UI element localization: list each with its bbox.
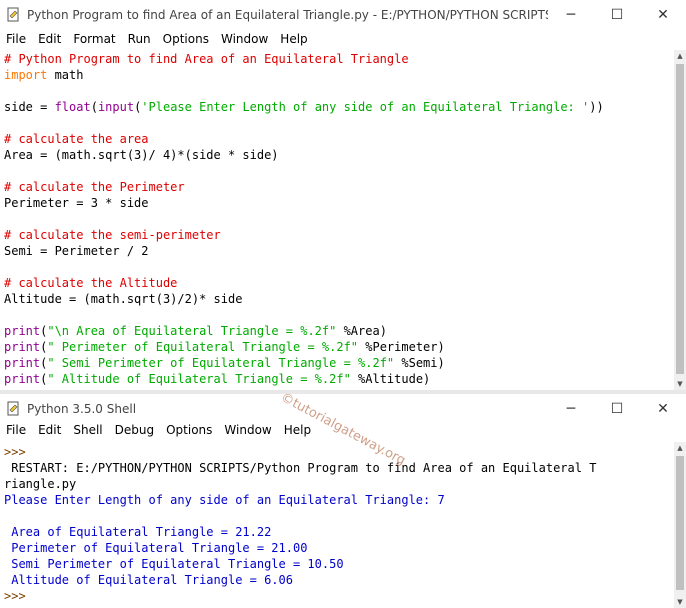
idle-shell-icon — [7, 401, 19, 416]
code-token: input — [97, 100, 135, 114]
code-line[interactable] — [0, 83, 674, 99]
shell-menu-options[interactable]: Options — [160, 421, 218, 439]
code-token: float — [54, 100, 91, 114]
code-line[interactable] — [0, 211, 674, 227]
code-line[interactable]: print("\n Area of Equilateral Triangle =… — [0, 323, 674, 339]
code-token: %Altitude) — [350, 372, 431, 386]
editor-window: Python Program to find Area of an Equila… — [0, 0, 686, 390]
shell-menu-file[interactable]: File — [0, 421, 32, 439]
code-line[interactable]: Altitude = (math.sqrt(3)/2)* side — [0, 291, 674, 307]
code-token: print — [4, 372, 41, 386]
code-token: %Area) — [336, 324, 387, 338]
shell-menu-debug[interactable]: Debug — [109, 421, 160, 439]
code-token: Semi = Perimeter / 2 — [4, 244, 149, 258]
shell-menu-help[interactable]: Help — [278, 421, 317, 439]
shell-line: Please Enter Length of any side of an Eq… — [4, 493, 445, 507]
editor-menubar: File Edit Format Run Options Window Help — [0, 30, 686, 48]
close-button[interactable]: ✕ — [640, 0, 686, 30]
code-line[interactable]: # Python Program to find Area of an Equi… — [0, 51, 674, 67]
code-token: print — [4, 356, 41, 370]
minimize-button[interactable]: ─ — [548, 0, 594, 30]
shell-maximize-button[interactable]: ☐ — [594, 394, 640, 424]
idle-file-icon — [7, 7, 19, 22]
code-token: math — [47, 68, 84, 82]
code-line[interactable]: print(" Altitude of Equilateral Triangle… — [0, 371, 674, 387]
shell-line: Altitude of Equilateral Triangle = 6.06 — [4, 573, 293, 587]
code-token: # calculate the Perimeter — [4, 180, 185, 194]
code-token: import — [4, 68, 48, 82]
code-token: Perimeter = 3 * side — [4, 196, 149, 210]
code-token: %Perimeter) — [358, 340, 445, 354]
code-token: side = — [4, 100, 55, 114]
code-line[interactable] — [0, 259, 674, 275]
shell-line: riangle.py — [4, 477, 77, 491]
scroll-up-icon[interactable]: ▲ — [674, 50, 686, 62]
maximize-button[interactable]: ☐ — [594, 0, 640, 30]
code-line[interactable]: Area = (math.sqrt(3)/ 4)*(side * side) — [0, 147, 674, 163]
shell-scrollbar[interactable]: ▲ ▼ — [674, 442, 686, 608]
shell-scroll-down-icon[interactable]: ▼ — [674, 596, 686, 608]
code-editor[interactable]: # Python Program to find Area of an Equi… — [0, 51, 674, 388]
shell-menu-edit[interactable]: Edit — [32, 421, 67, 439]
menu-options[interactable]: Options — [157, 30, 215, 48]
scroll-thumb[interactable] — [676, 64, 684, 374]
shell-titlebar[interactable]: Python 3.5.0 Shell ─ ☐ ✕ — [0, 394, 686, 424]
code-line[interactable]: # calculate the area — [0, 131, 674, 147]
shell-menu-shell[interactable]: Shell — [67, 421, 108, 439]
menu-help[interactable]: Help — [274, 30, 313, 48]
menu-window[interactable]: Window — [215, 30, 274, 48]
code-token: # Python Program to find Area of an Equi… — [4, 52, 409, 66]
shell-prompt: >>> — [4, 589, 26, 603]
code-token: %Semi) — [394, 356, 445, 370]
code-line[interactable]: # calculate the Altitude — [0, 275, 674, 291]
editor-titlebar[interactable]: Python Program to find Area of an Equila… — [0, 0, 686, 30]
code-token: Altitude = (math.sqrt(3)/2)* side — [4, 292, 243, 306]
menu-run[interactable]: Run — [122, 30, 157, 48]
shell-scroll-thumb[interactable] — [676, 456, 684, 590]
shell-line: Semi Perimeter of Equilateral Triangle =… — [4, 557, 344, 571]
shell-close-button[interactable]: ✕ — [640, 394, 686, 424]
shell-prompt: >>> — [4, 445, 26, 459]
code-token: Area = (math.sqrt(3)/ 4)*(side * side) — [4, 148, 279, 162]
shell-line: Perimeter of Equilateral Triangle = 21.0… — [4, 541, 308, 555]
code-token: " Perimeter of Equilateral Triangle = %.… — [47, 340, 359, 354]
shell-scroll-up-icon[interactable]: ▲ — [674, 442, 686, 454]
code-line[interactable] — [0, 307, 674, 323]
editor-scrollbar[interactable]: ▲ ▼ — [674, 50, 686, 390]
code-line[interactable]: Perimeter = 3 * side — [0, 195, 674, 211]
code-token: print — [4, 324, 41, 338]
code-token: "\n Area of Equilateral Triangle = %.2f" — [47, 324, 337, 338]
code-token: " Altitude of Equilateral Triangle = %.2… — [47, 372, 351, 386]
code-line[interactable]: print(" Semi Perimeter of Equilateral Tr… — [0, 355, 674, 371]
editor-window-title: Python Program to find Area of an Equila… — [27, 8, 548, 22]
code-line[interactable]: side = float(input('Please Enter Length … — [0, 99, 674, 115]
code-line[interactable]: # calculate the Perimeter — [0, 179, 674, 195]
code-token: # calculate the Altitude — [4, 276, 178, 290]
code-token: 'Please Enter Length of any side of an E… — [141, 100, 590, 114]
code-line[interactable]: print(" Perimeter of Equilateral Triangl… — [0, 339, 674, 355]
shell-line: Area of Equilateral Triangle = 21.22 — [4, 525, 272, 539]
shell-output[interactable]: >>> RESTART: E:/PYTHON/PYTHON SCRIPTS/Py… — [0, 444, 674, 606]
code-line[interactable]: # calculate the semi-perimeter — [0, 227, 674, 243]
code-token: " Semi Perimeter of Equilateral Triangle… — [47, 356, 395, 370]
scroll-down-icon[interactable]: ▼ — [674, 378, 686, 390]
code-token: # calculate the area — [4, 132, 149, 146]
code-token: # calculate the semi-perimeter — [4, 228, 221, 242]
code-line[interactable]: Semi = Perimeter / 2 — [0, 243, 674, 259]
shell-line: RESTART: E:/PYTHON/PYTHON SCRIPTS/Python… — [4, 461, 597, 475]
menu-format[interactable]: Format — [67, 30, 121, 48]
code-line[interactable] — [0, 163, 674, 179]
shell-minimize-button[interactable]: ─ — [548, 394, 594, 424]
menu-edit[interactable]: Edit — [32, 30, 67, 48]
code-line[interactable]: import math — [0, 67, 674, 83]
shell-menu-window[interactable]: Window — [218, 421, 277, 439]
code-token: )) — [589, 100, 604, 114]
code-token: ( — [90, 100, 98, 114]
code-line[interactable] — [0, 115, 674, 131]
menu-file[interactable]: File — [0, 30, 32, 48]
code-token: print — [4, 340, 41, 354]
